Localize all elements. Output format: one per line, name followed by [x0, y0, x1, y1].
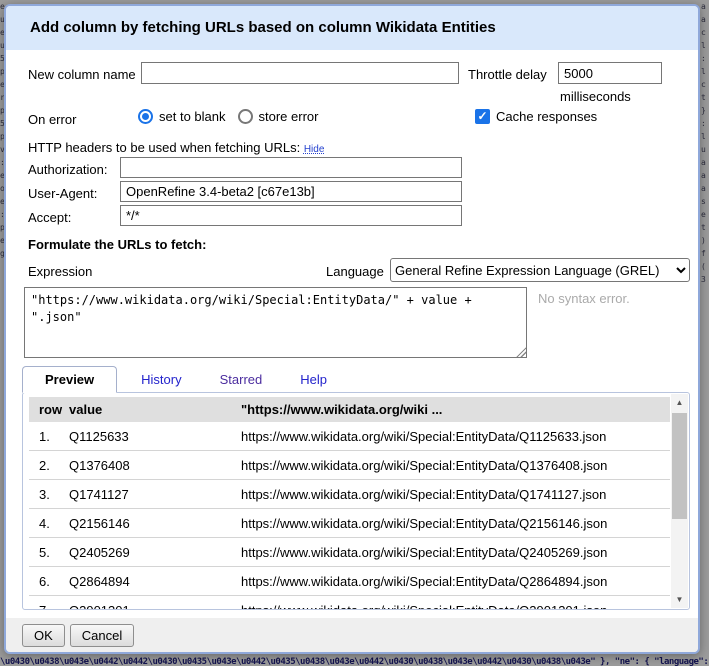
http-headers-label: HTTP headers to be used when fetching UR…: [28, 140, 300, 155]
dialog-title: Add column by fetching URLs based on col…: [6, 6, 698, 50]
scrollbar-thumb[interactable]: [672, 413, 687, 519]
throttle-unit-label: milliseconds: [560, 89, 631, 104]
row-url: https://www.wikidata.org/wiki/Special:En…: [241, 429, 670, 444]
row-index: 4.: [39, 516, 69, 531]
ok-button[interactable]: OK: [22, 624, 65, 647]
store-error-label[interactable]: store error: [259, 109, 319, 124]
background-page-bottom-text: \u0430\u0438\u043e\u0442\u0442\u0430\u04…: [0, 655, 709, 666]
tab-preview[interactable]: Preview: [22, 366, 117, 393]
row-index: 7.: [39, 603, 69, 610]
formulate-heading: Formulate the URLs to fetch:: [28, 237, 206, 252]
cancel-button[interactable]: Cancel: [70, 624, 134, 647]
row-index: 6.: [39, 574, 69, 589]
set-to-blank-radio[interactable]: [138, 109, 153, 124]
tab-history[interactable]: History: [127, 367, 195, 392]
store-error-radio[interactable]: [238, 109, 253, 124]
row-url: https://www.wikidata.org/wiki/Special:En…: [241, 458, 670, 473]
row-index: 1.: [39, 429, 69, 444]
dialog-footer: OK Cancel: [6, 618, 698, 652]
preview-panel: row value "https://www.wikidata.org/wiki…: [22, 392, 690, 610]
table-row: 2. Q1376408 https://www.wikidata.org/wik…: [29, 451, 670, 480]
expression-tabs: Preview History Starred Help: [22, 364, 341, 392]
row-value: Q2864894: [69, 574, 241, 589]
row-index: 2.: [39, 458, 69, 473]
user-agent-label: User-Agent:: [28, 186, 97, 201]
table-row: 4. Q2156146 https://www.wikidata.org/wik…: [29, 509, 670, 538]
textarea-resize-grip-icon[interactable]: [515, 346, 526, 357]
language-select[interactable]: General Refine Expression Language (GREL…: [390, 258, 690, 282]
cache-responses-label[interactable]: Cache responses: [496, 109, 597, 124]
throttle-delay-label: Throttle delay: [468, 67, 547, 82]
hide-headers-link[interactable]: Hide: [304, 144, 325, 155]
row-value: Q1376408: [69, 458, 241, 473]
row-url: https://www.wikidata.org/wiki/Special:En…: [241, 487, 670, 502]
row-value: Q2901301: [69, 603, 241, 610]
col-header-value: value: [69, 402, 241, 417]
row-index: 3.: [39, 487, 69, 502]
tab-help[interactable]: Help: [286, 367, 341, 392]
syntax-status: No syntax error.: [538, 291, 630, 306]
preview-table-header: row value "https://www.wikidata.org/wiki…: [29, 397, 670, 422]
table-row: 1. Q1125633 https://www.wikidata.org/wik…: [29, 422, 670, 451]
accept-label: Accept:: [28, 210, 71, 225]
background-page-right-sliver: a a c l : l c t } : l u a a a s e t ) f …: [701, 0, 709, 666]
set-to-blank-label[interactable]: set to blank: [159, 109, 226, 124]
expression-textarea[interactable]: "https://www.wikidata.org/wiki/Special:E…: [24, 287, 527, 358]
expression-label: Expression: [28, 264, 92, 279]
authorization-label: Authorization:: [28, 162, 108, 177]
user-agent-input[interactable]: [120, 181, 462, 202]
scroll-up-arrow-icon[interactable]: ▲: [671, 394, 688, 411]
preview-scrollbar[interactable]: ▲ ▼: [671, 394, 688, 608]
row-url: https://www.wikidata.org/wiki/Special:En…: [241, 545, 670, 560]
row-value: Q2405269: [69, 545, 241, 560]
row-value: Q2156146: [69, 516, 241, 531]
on-error-label: On error: [28, 112, 76, 127]
new-column-name-input[interactable]: [141, 62, 459, 84]
preview-table: row value "https://www.wikidata.org/wiki…: [29, 397, 670, 609]
row-url: https://www.wikidata.org/wiki/Special:En…: [241, 603, 670, 610]
row-value: Q1125633: [69, 429, 241, 444]
table-row: 6. Q2864894 https://www.wikidata.org/wik…: [29, 567, 670, 596]
col-header-row: row: [39, 402, 69, 417]
accept-input[interactable]: [120, 205, 462, 226]
cache-responses-checkbox[interactable]: ✓: [475, 109, 490, 124]
table-row: 3. Q1741127 https://www.wikidata.org/wik…: [29, 480, 670, 509]
throttle-delay-input[interactable]: [558, 62, 662, 84]
scroll-down-arrow-icon[interactable]: ▼: [671, 591, 688, 608]
add-column-by-fetching-urls-dialog: Add column by fetching URLs based on col…: [4, 4, 700, 654]
authorization-input[interactable]: [120, 157, 462, 178]
table-row: 5. Q2405269 https://www.wikidata.org/wik…: [29, 538, 670, 567]
row-index: 5.: [39, 545, 69, 560]
row-url: https://www.wikidata.org/wiki/Special:En…: [241, 516, 670, 531]
new-column-name-label: New column name: [28, 67, 136, 82]
col-header-url: "https://www.wikidata.org/wiki ...: [241, 402, 670, 417]
radio-dot: [142, 113, 149, 120]
row-value: Q1741127: [69, 487, 241, 502]
tab-starred[interactable]: Starred: [206, 367, 277, 392]
table-row: 7. Q2901301 https://www.wikidata.org/wik…: [29, 596, 670, 609]
row-url: https://www.wikidata.org/wiki/Special:En…: [241, 574, 670, 589]
language-label: Language: [326, 264, 384, 279]
